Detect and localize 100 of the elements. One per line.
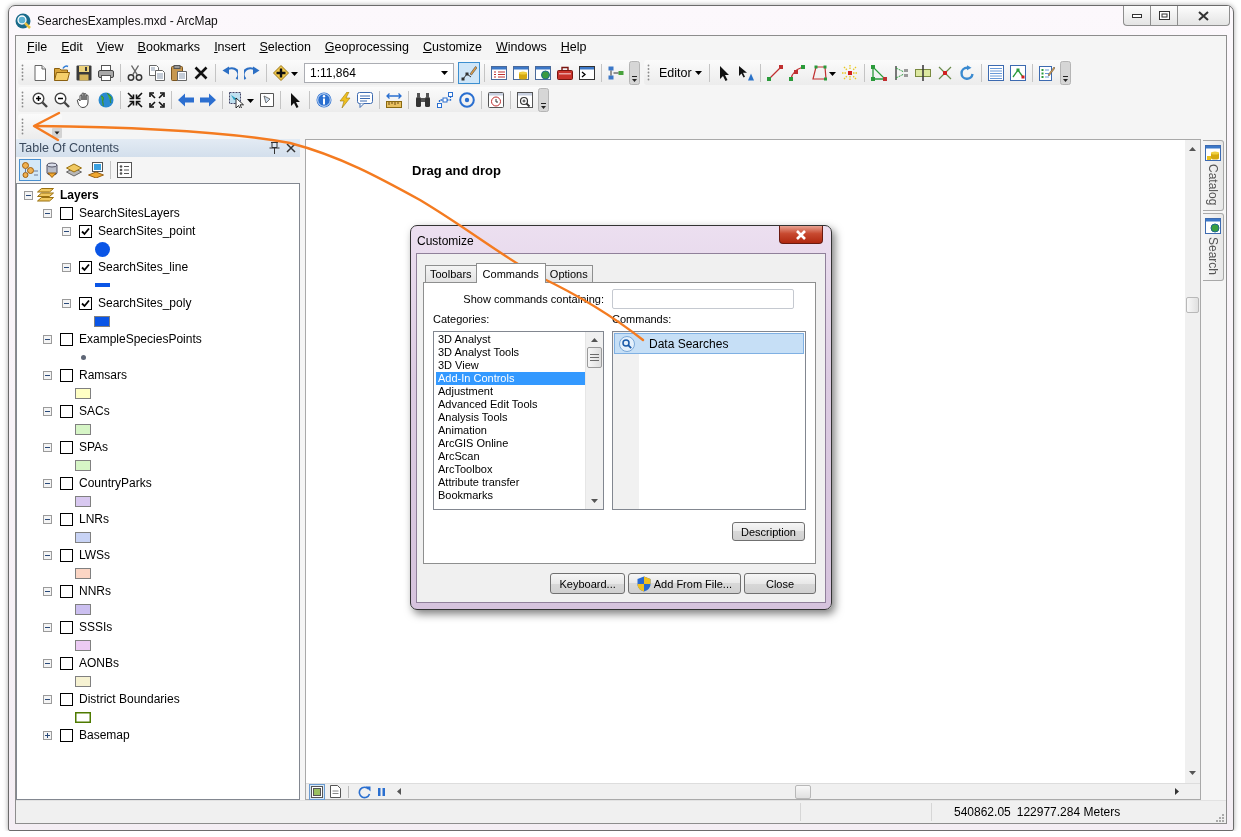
checkbox[interactable] — [60, 332, 73, 346]
layer-name[interactable]: SSSIs — [79, 620, 113, 634]
scroll-right-icon[interactable] — [1175, 788, 1179, 795]
checklist-pencil-icon[interactable] — [1038, 64, 1055, 81]
printer-icon[interactable] — [98, 64, 114, 81]
vertical-scrollbar[interactable] — [585, 332, 603, 509]
undo-arrow-icon[interactable] — [222, 65, 238, 80]
selection-cursor-icon[interactable] — [229, 91, 245, 108]
folder-icon[interactable] — [54, 64, 70, 81]
checkbox[interactable] — [79, 224, 92, 238]
collapse-icon[interactable] — [43, 370, 52, 380]
checkbox[interactable] — [60, 728, 73, 742]
expand-icon[interactable] — [43, 730, 52, 740]
list-item[interactable]: Data Searches — [614, 333, 804, 354]
command-window-icon[interactable] — [579, 64, 595, 81]
collapse-icon[interactable] — [62, 298, 71, 308]
plus-diamond-icon[interactable] — [273, 64, 289, 81]
layer-stack-icon[interactable] — [66, 162, 82, 178]
collapse-icon[interactable] — [43, 406, 52, 416]
framed-square-icon[interactable] — [309, 783, 325, 800]
globe-icon[interactable] — [98, 91, 114, 108]
menu-item[interactable]: Customize — [415, 40, 489, 54]
layer-name[interactable]: SearchSites_poly — [98, 296, 192, 310]
triangle-nodes-icon[interactable] — [870, 64, 887, 81]
dialog-button[interactable]: Close — [744, 573, 816, 594]
search-field[interactable] — [612, 289, 794, 309]
dialog-button[interactable]: Keyboard... — [550, 573, 625, 594]
caret-icon[interactable] — [291, 72, 298, 76]
scroll-thumb[interactable] — [587, 347, 602, 368]
menu-item[interactable]: Selection — [252, 40, 318, 54]
list-item[interactable]: Animation — [436, 424, 585, 437]
window-layer-icon[interactable] — [88, 162, 104, 178]
toolbar-overflow-icon[interactable] — [629, 60, 640, 85]
list-item[interactable]: Advanced Edit Tools — [436, 398, 585, 411]
star-burst-icon[interactable] — [841, 64, 858, 81]
collapse-icon[interactable] — [43, 442, 52, 452]
layer-name[interactable]: LNRs — [79, 512, 109, 526]
layer-name[interactable]: District Boundaries — [79, 692, 180, 706]
zoom-in-icon[interactable] — [32, 91, 48, 108]
flowchart-icon[interactable] — [608, 64, 624, 81]
resize-grip-icon[interactable] — [1214, 812, 1224, 822]
checkbox[interactable] — [60, 656, 73, 670]
layer-name[interactable]: ExampleSpeciesPoints — [79, 332, 202, 346]
ruler-icon[interactable] — [386, 91, 402, 108]
close-icon[interactable] — [286, 143, 296, 153]
checkbox[interactable] — [60, 584, 73, 598]
scroll-up-icon[interactable] — [1189, 147, 1196, 151]
caret-icon[interactable] — [828, 72, 836, 76]
collapse-icon[interactable] — [43, 658, 52, 668]
pin-icon[interactable] — [269, 142, 280, 154]
cross-line-icon[interactable] — [936, 64, 953, 81]
list-item[interactable]: ArcToolbox — [436, 463, 585, 476]
redo-arrow-icon[interactable] — [244, 65, 260, 80]
toolbox-icon[interactable] — [557, 64, 573, 81]
list-item[interactable]: Bookmarks — [436, 489, 585, 502]
categories-list[interactable]: 3D Analyst 3D Analyst Tools 3D View Add-In Controls Adjustment Advanced Edit Tools Analysis Tools Animation ArcGIS Online ArcScan ArcToolbox Attribute transfer Bookmarks — [433, 331, 604, 510]
menu-item[interactable]: Geoprocessing — [317, 40, 416, 54]
collapse-icon[interactable] — [43, 586, 52, 596]
tab[interactable]: Options — [544, 265, 593, 282]
checkbox[interactable] — [79, 296, 92, 310]
commands-list[interactable]: Data Searches — [612, 331, 806, 510]
maximize-button[interactable] — [1150, 6, 1177, 26]
vertical-scrollbar[interactable] — [1185, 140, 1200, 783]
layer-name[interactable]: Basemap — [79, 728, 130, 742]
clipboard-icon[interactable] — [171, 64, 187, 81]
scroll-thumb[interactable] — [795, 784, 811, 799]
dock-tab[interactable]: Catalog — [1203, 140, 1224, 212]
split-line-icon[interactable] — [892, 64, 909, 81]
description-button[interactable]: Description — [731, 522, 805, 541]
cross-icon[interactable] — [193, 64, 209, 81]
layer-tree-icon[interactable] — [19, 159, 41, 181]
scroll-down-icon[interactable] — [1189, 771, 1196, 775]
editor-menu-button[interactable]: Editor — [655, 62, 706, 83]
scissors-icon[interactable] — [127, 64, 143, 81]
pencil-sketch-icon[interactable] — [458, 61, 480, 84]
menu-item[interactable]: File — [20, 40, 55, 54]
list-item[interactable]: 3D Analyst — [436, 333, 585, 346]
collapse-icon[interactable] — [43, 550, 52, 560]
arc-segment-icon[interactable] — [788, 64, 805, 81]
magnifier-window-icon[interactable] — [517, 91, 533, 108]
menu-item[interactable]: Windows — [489, 40, 554, 54]
info-icon[interactable] — [316, 91, 332, 108]
route-nodes-icon[interactable] — [437, 91, 453, 108]
checkbox[interactable] — [60, 206, 73, 220]
list-item[interactable]: ArcScan — [436, 450, 585, 463]
caret-icon[interactable] — [247, 99, 254, 103]
arrows-in-icon[interactable] — [127, 91, 143, 108]
layer-name[interactable]: Ramsars — [79, 368, 127, 382]
checkbox[interactable] — [79, 260, 92, 274]
layer-name[interactable]: SACs — [79, 404, 110, 418]
list-item[interactable]: Adjustment — [436, 385, 585, 398]
grip-icon[interactable] — [21, 117, 24, 136]
target-icon[interactable] — [459, 91, 475, 108]
scroll-up-icon[interactable] — [591, 338, 598, 342]
speech-bubble-icon[interactable] — [357, 91, 373, 108]
list-item[interactable]: 3D View — [436, 359, 585, 372]
rotate-arrow-icon[interactable] — [958, 64, 975, 81]
sketch-window-icon[interactable] — [1009, 64, 1026, 81]
checkbox[interactable] — [60, 404, 73, 418]
dialog-button[interactable]: Add From File... — [627, 573, 741, 594]
